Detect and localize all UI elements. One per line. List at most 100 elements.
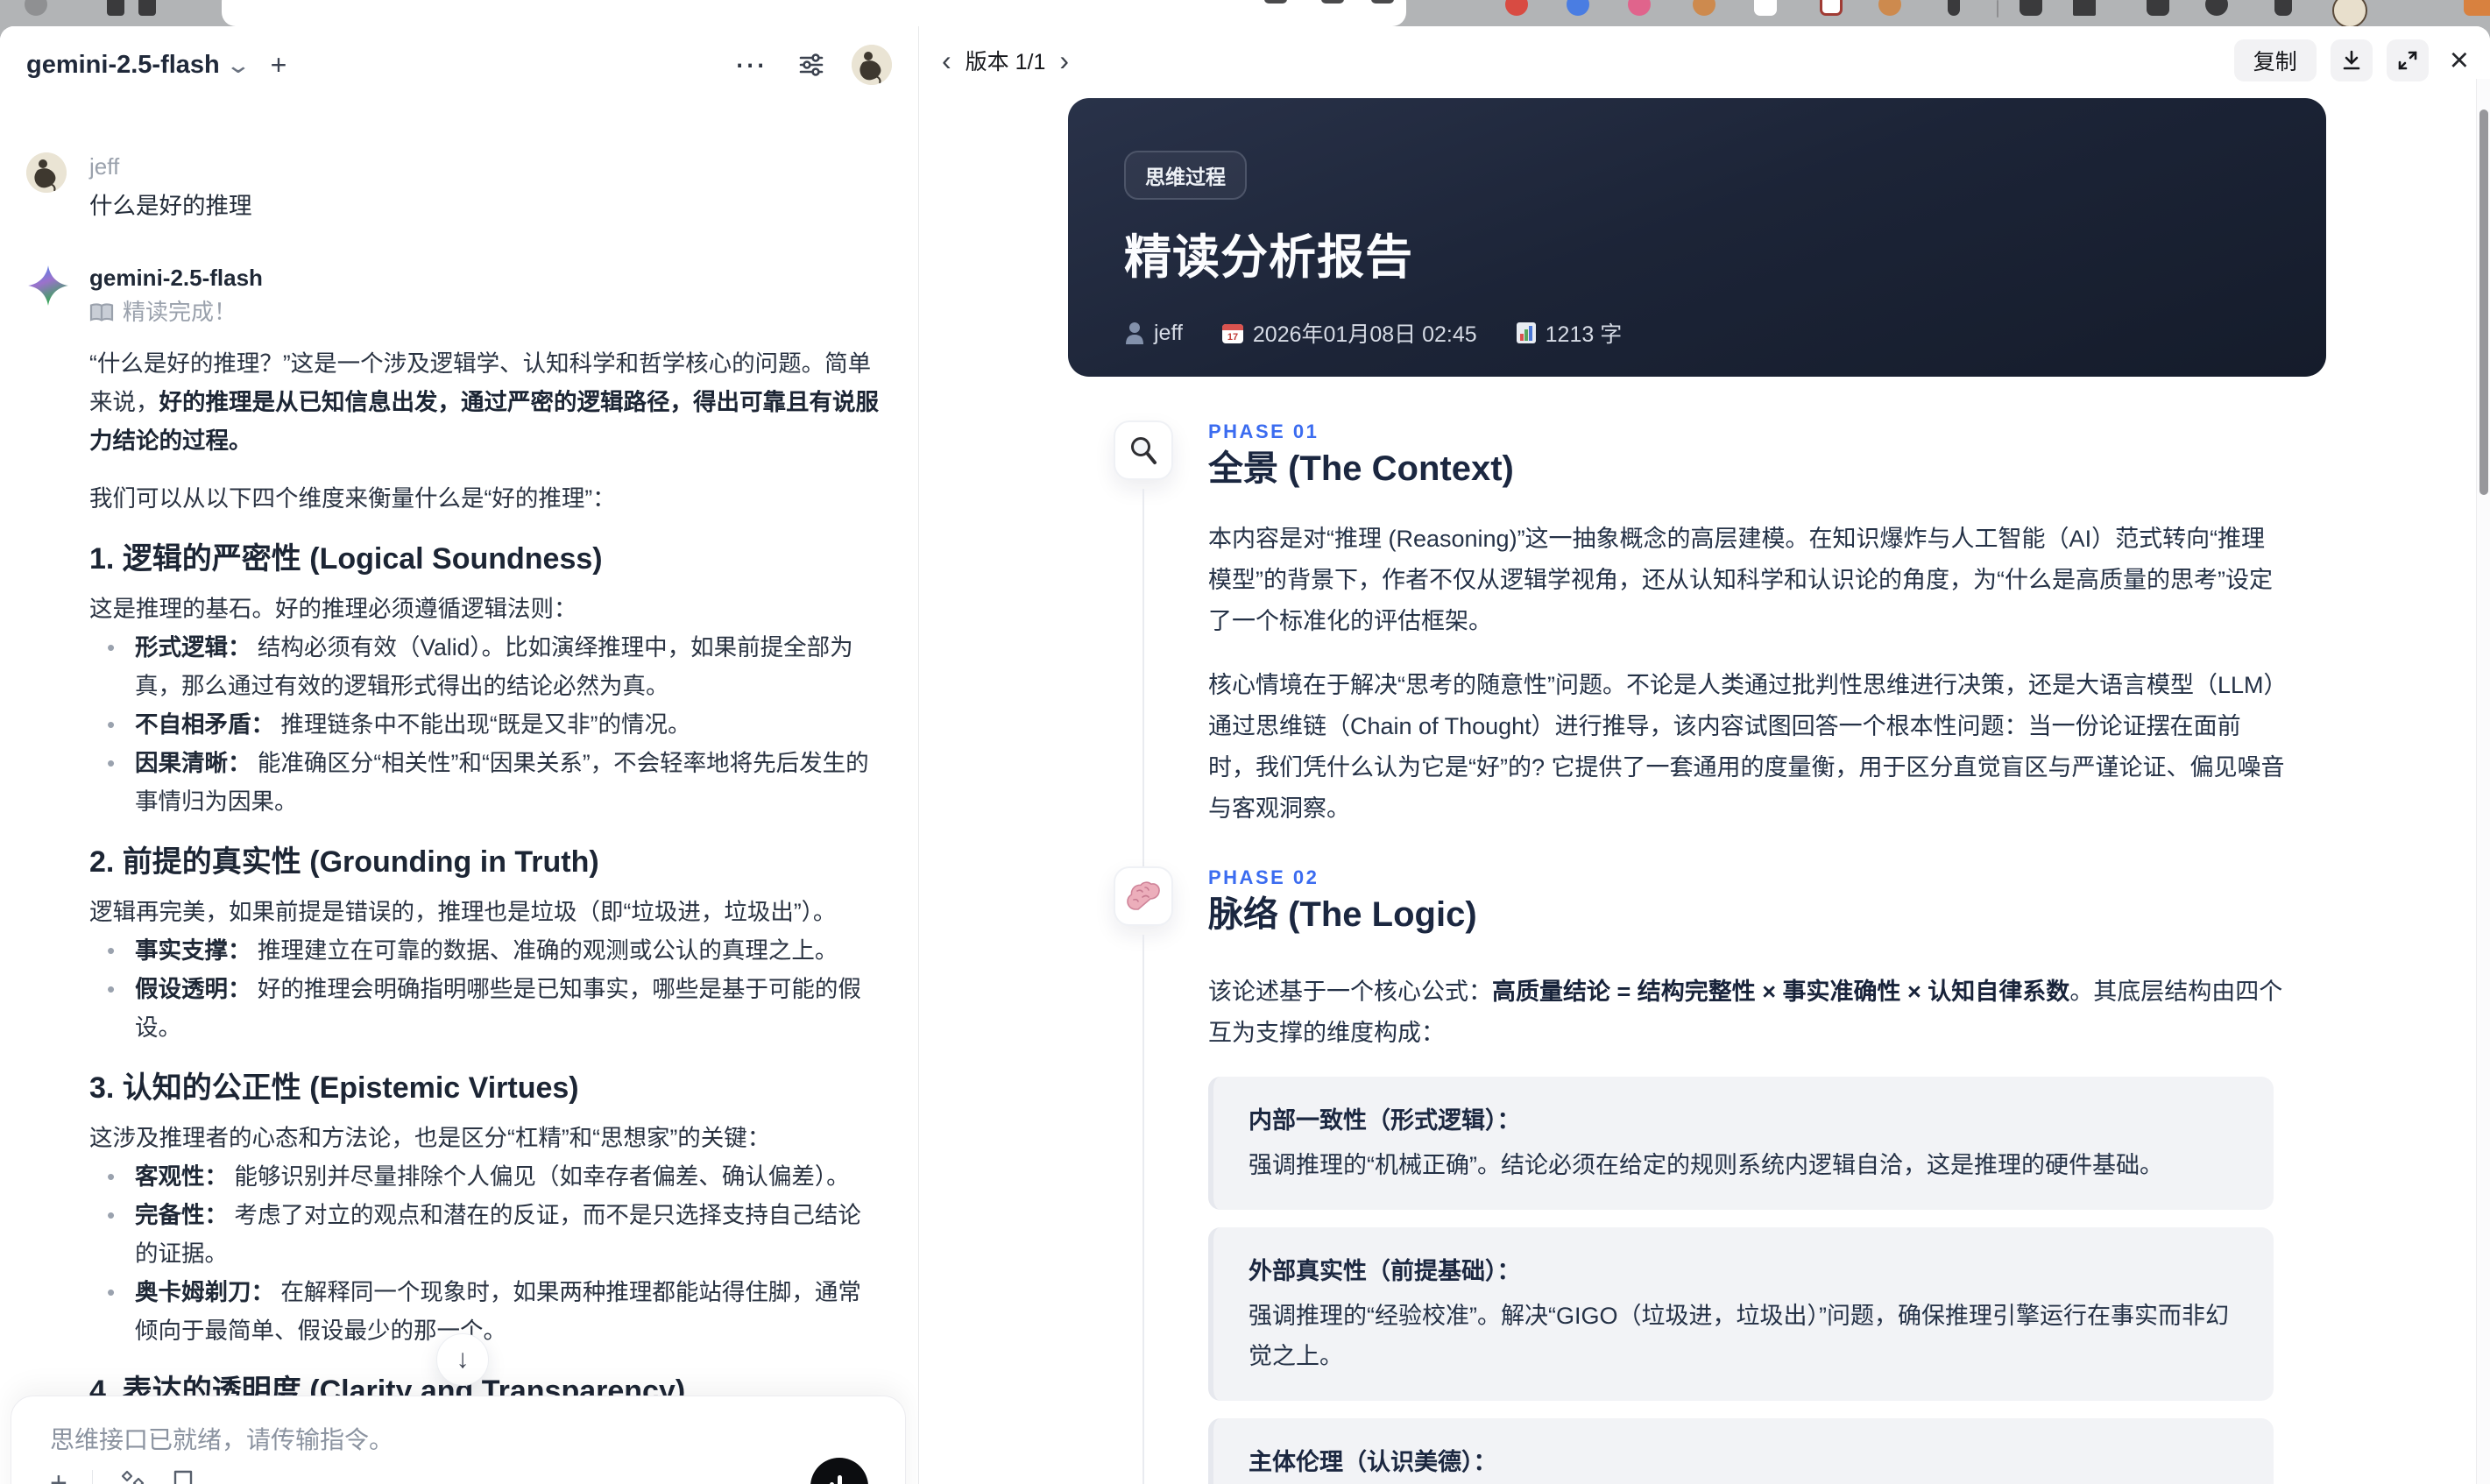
list-item: 形式逻辑： 结构必须有效（Valid）。比如演绎推理中，如果前提全部为真，那么通… [107, 628, 883, 705]
lead-paragraph: 我们可以从以下四个维度来衡量什么是“好的推理”： [89, 485, 616, 512]
calendar-icon: 17 [1221, 322, 1244, 344]
settings-sliders-icon[interactable] [797, 51, 825, 79]
sidebar-toggle-icon[interactable] [2073, 0, 2096, 16]
phase-kicker: PHASE 02 [1208, 866, 1319, 888]
app-window: gemini-2.5-flash ⌄ + ⋯ jeff 什么是好的推理 gemi… [0, 26, 2490, 1484]
section-intro: 逻辑再完美，如果前提是错误的，推理也是垃圾（即“垃圾进，垃圾出”）。 [89, 899, 837, 925]
version-navigator: ‹ 版本 1/1 › [942, 45, 1069, 76]
phase-paragraph: 本内容是对“推理 (Reasoning)”这一抽象概念的高层建模。在知识爆炸与人… [1208, 526, 2273, 634]
skills-diamonds-icon[interactable] [117, 1468, 147, 1484]
extension-icon[interactable] [1693, 0, 1715, 16]
bookmark-icon[interactable] [172, 1469, 195, 1484]
avatar-icon[interactable] [2332, 0, 2367, 26]
meta-date: 17 2026年01月08日 02:45 [1221, 317, 1477, 349]
user-message: jeff 什么是好的推理 [26, 152, 883, 225]
bar-chart-icon [1516, 322, 1537, 344]
chat-header: gemini-2.5-flash ⌄ + ⋯ [0, 26, 918, 103]
dimension-card-2: 外部真实性（前提基础）： 强调推理的“经验校准”。解决“GIGO（垃圾进，垃圾出… [1208, 1227, 2274, 1401]
extension-icon[interactable] [1567, 0, 1589, 16]
report-meta: jeff 17 2026年01月08日 02:45 1213 字 [1124, 317, 2270, 349]
intro-paragraph: “什么是好的推理？”这是一个涉及逻辑学、认知科学和哲学核心的问题。简单来说，好的… [89, 350, 879, 454]
version-prev-button[interactable]: ‹ [942, 46, 951, 74]
extension-icon[interactable] [1754, 0, 1777, 16]
meta-author: jeff [1124, 321, 1183, 346]
version-label: 版本 1/1 [965, 50, 1046, 74]
toolbar-button-fragment[interactable] [138, 0, 156, 16]
chevron-down-icon[interactable]: ⌄ [224, 52, 251, 79]
phase-kicker: PHASE 01 [1208, 420, 1319, 442]
list-item: 奥卡姆剃刀： 在解释同一个现象时，如果两种推理都能站得住脚，通常倾向于最简单、假… [107, 1273, 883, 1350]
extension-icon[interactable] [1628, 0, 1651, 16]
mic-icon[interactable] [1321, 0, 1344, 4]
chat-scroll-area[interactable]: jeff 什么是好的推理 gemini-2.5-flash 精读完成！ “什么是… [0, 26, 918, 1484]
dimension-card-1: 内部一致性（形式逻辑）： 强调推理的“机械正确”。结论必须在给定的规则系统内逻辑… [1208, 1077, 2274, 1210]
phase-title: 脉络 (The Logic) [1208, 895, 1477, 934]
report-panel-header: ‹ 版本 1/1 › 复制 × [919, 26, 2469, 95]
assistant-message: gemini-2.5-flash 精读完成！ “什么是好的推理？”这是一个涉及逻… [26, 264, 883, 1484]
scroll-to-bottom-button[interactable]: ↓ [436, 1333, 489, 1386]
list-item: 假设透明： 好的推理会明确指明哪些是已知事实，哪些是基于可能的假设。 [107, 970, 883, 1047]
svg-text:17: 17 [1227, 332, 1238, 343]
extension-icon[interactable] [2464, 0, 2490, 16]
assistant-answer: “什么是好的推理？”这是一个涉及逻辑学、认知科学和哲学核心的问题。简单来说，好的… [89, 344, 883, 1484]
report-panel: ‹ 版本 1/1 › 复制 × 思维过程 精读分析报告 jeff 17 2026… [919, 26, 2490, 1484]
assistant-name: gemini-2.5-flash [89, 265, 263, 291]
bookmark-star-icon[interactable] [1371, 0, 1394, 4]
magnifier-icon [1114, 420, 1173, 480]
phase-1: PHASE 01 全景 (The Context) 本内容是对“推理 (Reas… [1114, 420, 2288, 866]
section-heading: 2. 前提的真实性 (Grounding in Truth) [89, 845, 599, 879]
voice-input-button[interactable] [810, 1458, 868, 1484]
attach-button[interactable]: + [50, 1468, 67, 1484]
list-item: 客观性： 能够识别并尽量排除个人偏见（如幸存者偏差、确认偏差）。 [107, 1157, 883, 1196]
reader-icon[interactable] [1264, 0, 1287, 4]
more-options-button[interactable]: ⋯ [734, 46, 768, 83]
scrollbar-track[interactable] [2476, 79, 2490, 1484]
profile-icon[interactable] [2205, 0, 2228, 16]
list-item: 不自相矛盾： 推理链条中不能出现“既是又非”的情况。 [107, 705, 883, 744]
address-bar[interactable] [222, 0, 1406, 26]
model-selector[interactable]: gemini-2.5-flash [26, 51, 220, 80]
section-heading: 3. 认知的公正性 (Epistemic Virtues) [89, 1071, 579, 1105]
toolbar-button-fragment[interactable] [107, 0, 124, 16]
report-title: 精读分析报告 [1124, 231, 1413, 284]
extension-icon[interactable] [1505, 0, 1528, 16]
extension-icon[interactable] [1878, 0, 1901, 16]
phase-paragraph: 核心情境在于解决“思考的随意性”问题。不论是人类通过批判性思维进行决策，还是大语… [1208, 672, 2288, 822]
download-button[interactable] [2330, 39, 2373, 81]
user-avatar[interactable] [852, 45, 892, 85]
expand-button[interactable] [2386, 39, 2429, 81]
phase-timeline: PHASE 01 全景 (The Context) 本内容是对“推理 (Reas… [1114, 420, 2288, 1484]
section-intro: 这涉及推理者的心态和方法论，也是区分“杠精”和“思想家”的关键： [89, 1125, 771, 1151]
extension-icon[interactable] [1820, 0, 1843, 16]
list-item: 因果清晰： 能准确区分“相关性”和“因果关系”，不会轻率地将先后发生的事情归为因… [107, 744, 883, 821]
assistant-status: 精读完成！ [89, 296, 883, 329]
section-intro: 这是推理的基石。好的推理必须遵循逻辑法则： [89, 596, 577, 622]
person-icon [1124, 322, 1145, 344]
toolbar-button-fragment[interactable] [2020, 0, 2042, 16]
composer-placeholder: 思维接口已就绪，请传输指令。 [50, 1426, 394, 1453]
jeff-avatar [26, 152, 67, 193]
tab-overview-icon[interactable] [2274, 0, 2292, 16]
book-icon [89, 302, 114, 323]
new-chat-button[interactable]: + [271, 49, 287, 81]
list-item: 事实支撑： 推理建立在可靠的数据、准确的观测或公认的真理之上。 [107, 931, 883, 970]
copy-button[interactable]: 复制 [2233, 39, 2317, 81]
phase-title: 全景 (The Context) [1208, 449, 1514, 488]
dimension-card-3: 主体伦理（认识美德）： 转向推理者的心理特征。引入奥卡姆剃刀和反向论证，旨在克服… [1208, 1418, 2274, 1484]
downloads-icon[interactable] [2147, 0, 2169, 16]
toolbar-button-fragment[interactable] [25, 0, 47, 16]
scrollbar-thumb[interactable] [2479, 110, 2488, 495]
report-hero-card: 思维过程 精读分析报告 jeff 17 2026年01月08日 02:45 12… [1068, 98, 2326, 377]
gemini-star-icon [26, 264, 70, 307]
chat-panel: gemini-2.5-flash ⌄ + ⋯ jeff 什么是好的推理 gemi… [0, 26, 919, 1484]
version-next-button[interactable]: › [1059, 46, 1069, 74]
composer[interactable]: 思维接口已就绪，请传输指令。 + [11, 1396, 906, 1484]
meta-word-count: 1213 字 [1516, 317, 1622, 349]
pin-icon[interactable] [1948, 0, 1960, 16]
close-panel-button[interactable]: × [2450, 42, 2469, 80]
dimension-cards: 内部一致性（形式逻辑）： 强调推理的“机械正确”。结论必须在给定的规则系统内逻辑… [1208, 1077, 2274, 1484]
phase-formula-paragraph: 该论述基于一个核心公式：高质量结论 = 结构完整性 × 事实准确性 × 认知自律… [1208, 979, 2283, 1046]
brain-icon [1114, 866, 1173, 926]
list-item: 完备性： 考虑了对立的观点和潜在的反证，而不是只选择支持自己结论的证据。 [107, 1196, 883, 1273]
user-name: jeff [89, 153, 120, 180]
